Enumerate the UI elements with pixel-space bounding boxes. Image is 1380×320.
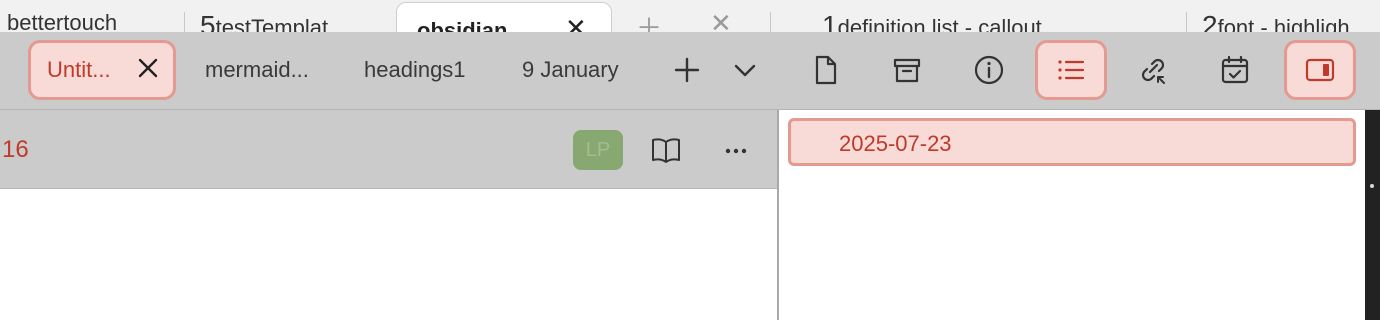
new-tab-icon [674, 57, 700, 83]
tab-label: Untit... [47, 57, 111, 82]
editor-area[interactable] [0, 190, 777, 320]
browser-tab-label: font - highligh [1217, 15, 1350, 32]
close-icon[interactable] [135, 55, 161, 81]
browser-tab-number: 2 [1202, 10, 1218, 32]
browser-tab-number: 1 [822, 10, 838, 32]
browser-tab-label: testTemplat [215, 15, 329, 32]
date-item-label: 2025-07-23 [839, 131, 952, 156]
browser-tab[interactable]: 5testTemplat [200, 10, 328, 32]
link-icon [1141, 58, 1165, 84]
tab-untitled[interactable]: Untit... [28, 40, 176, 100]
tab-list-dropdown-button[interactable] [720, 45, 770, 95]
info-icon [974, 55, 1004, 85]
calendar-button[interactable] [1210, 45, 1260, 95]
tab-label: 9 January [522, 57, 619, 82]
toggle-right-sidebar-button[interactable] [1284, 40, 1356, 100]
file-button[interactable] [800, 45, 850, 95]
browser-tab-number: 5 [200, 10, 216, 32]
browser-tab-active[interactable]: obsidian ✕ [396, 2, 612, 32]
scrollbar[interactable] [1365, 110, 1380, 320]
browser-tab[interactable]: l bettertouch [0, 10, 117, 32]
file-icon [815, 55, 837, 85]
tab-label: mermaid... [205, 57, 309, 82]
reading-view-button[interactable] [644, 128, 688, 172]
archive-button[interactable] [882, 45, 932, 95]
tab-9-january[interactable]: 9 January [522, 40, 619, 100]
archive-icon [893, 58, 921, 83]
tab-separator [1186, 12, 1187, 32]
scrollbar-thumb[interactable] [1370, 184, 1374, 188]
date-item[interactable]: 2025-07-23 [788, 118, 1356, 166]
sidebar-toggle-icon [1305, 58, 1335, 82]
mode-badge-label: LP [585, 138, 611, 161]
info-button[interactable] [964, 45, 1014, 95]
browser-tab-strip: l bettertouch 5testTemplat obsidian ✕ ＋ … [0, 0, 1380, 32]
book-icon [652, 138, 680, 163]
browser-tab-label: definition list - callout [837, 15, 1042, 32]
tab-label: headings1 [364, 57, 466, 82]
note-title[interactable]: 16 [2, 136, 29, 164]
tab-toolbar: Untit... mermaid... headings1 9 January [0, 32, 1380, 110]
browser-tab[interactable]: 1definition list - callout [822, 10, 1042, 32]
note-header: 16 LP [0, 110, 777, 189]
live-preview-badge[interactable]: LP [573, 130, 623, 170]
browser-tab-label: l bettertouch [0, 10, 118, 32]
browser-tab-label: obsidian [417, 18, 508, 32]
tab-mermaid[interactable]: mermaid... [205, 40, 309, 100]
tab-separator [770, 12, 771, 32]
right-sidebar: 2025-07-23 [779, 110, 1365, 320]
close-icon[interactable]: ✕ [710, 8, 732, 32]
more-options-button[interactable] [714, 128, 758, 172]
new-tab-icon[interactable]: ＋ [636, 8, 662, 32]
new-tab-button[interactable] [662, 45, 712, 95]
close-icon[interactable]: ✕ [565, 13, 587, 32]
list-icon [1058, 60, 1085, 80]
tab-separator [184, 12, 185, 32]
more-icon [725, 148, 747, 154]
tab-headings1[interactable]: headings1 [364, 40, 466, 100]
backlinks-button[interactable] [1128, 45, 1178, 95]
browser-tab[interactable]: 2font - highligh [1202, 10, 1350, 32]
outline-button[interactable] [1035, 40, 1107, 100]
calendar-icon [1221, 55, 1249, 84]
chevron-down-icon [734, 64, 756, 77]
